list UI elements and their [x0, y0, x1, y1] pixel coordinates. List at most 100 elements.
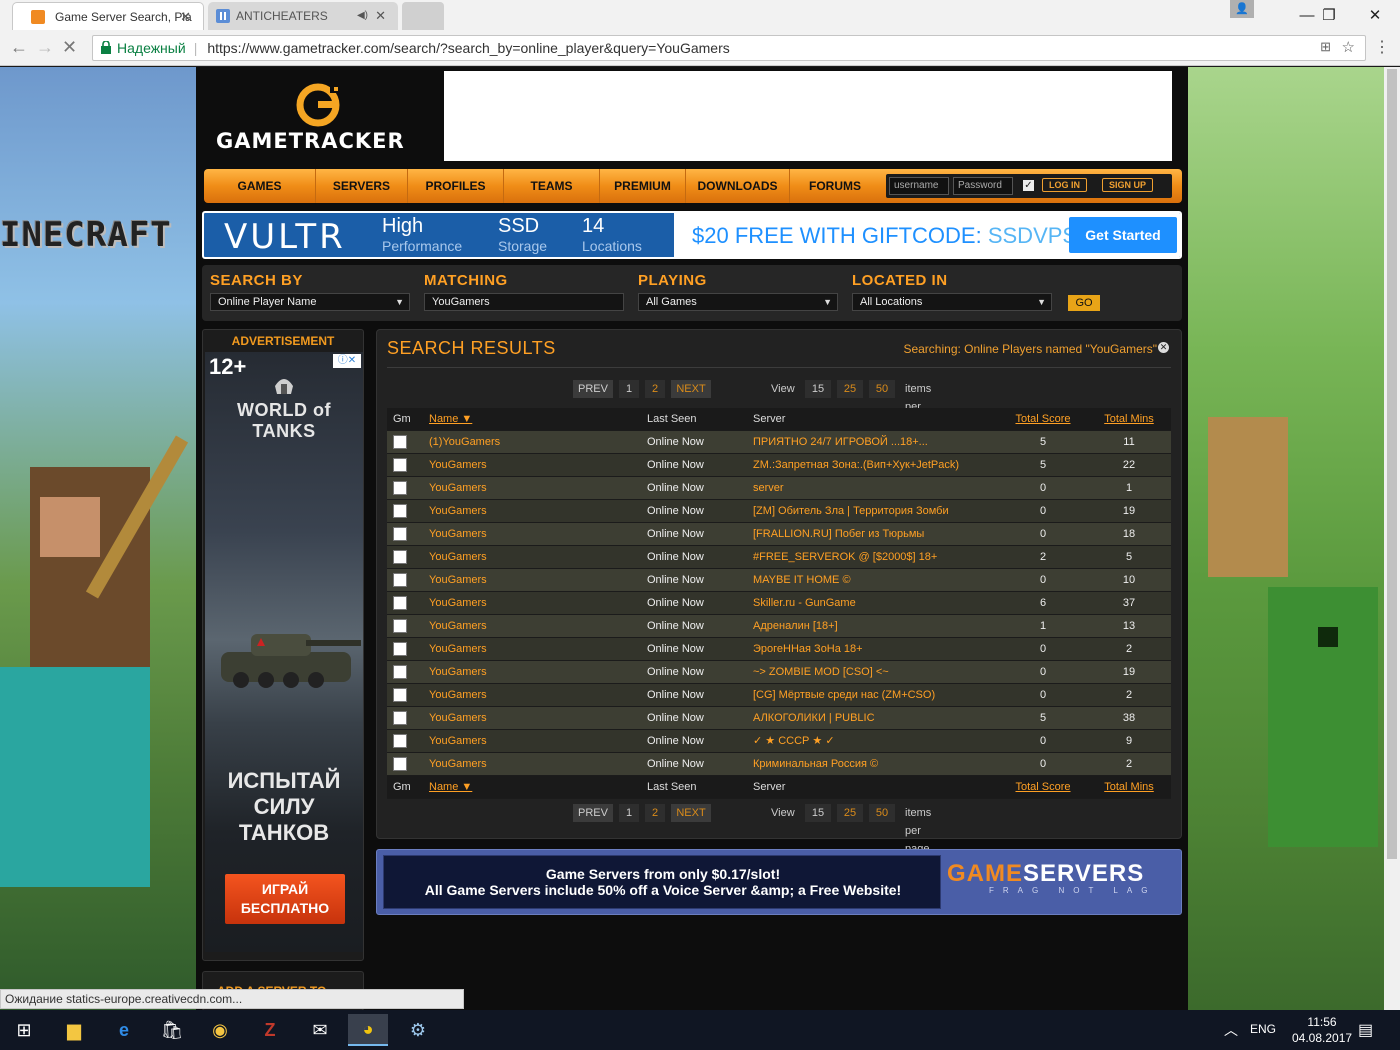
page-scrollbar[interactable] — [1384, 67, 1400, 1010]
page-2-button[interactable]: 2 — [645, 380, 665, 398]
player-name-link[interactable]: YouGamers — [429, 707, 639, 729]
nav-servers[interactable]: SERVERS — [316, 169, 408, 203]
gameservers-banner-ad[interactable]: Game Servers from only $0.17/slot! All G… — [376, 849, 1182, 915]
player-name-link[interactable]: YouGamers — [429, 546, 639, 568]
translate-icon[interactable]: ⊞ — [1320, 39, 1331, 55]
chrome-icon[interactable]: ◕ — [348, 1014, 388, 1046]
player-name-link[interactable]: YouGamers — [429, 638, 639, 660]
located-in-select[interactable]: All Locations ▼ — [852, 293, 1052, 311]
nav-teams[interactable]: TEAMS — [504, 169, 600, 203]
forward-arrow-icon[interactable]: → — [36, 37, 54, 58]
play-free-button[interactable]: ИГРАЙ БЕСПЛАТНО — [225, 874, 345, 924]
server-link[interactable]: АЛКОГОЛИКИ | PUBLIC — [753, 707, 1003, 729]
go-button[interactable]: GO — [1068, 295, 1100, 311]
top-banner-ad[interactable] — [444, 71, 1172, 161]
nav-forums[interactable]: FORUMS — [790, 169, 880, 203]
counter-strike-icon[interactable] — [393, 665, 407, 679]
player-name-link[interactable]: YouGamers — [429, 661, 639, 683]
col-total-score-sort[interactable]: Total Score — [1013, 776, 1073, 798]
col-total-mins-sort[interactable]: Total Mins — [1099, 776, 1159, 798]
restore-icon[interactable]: ❐ — [1306, 0, 1352, 30]
speaker-icon[interactable]: ◀) — [357, 10, 368, 21]
view-50-button[interactable]: 50 — [869, 804, 895, 822]
tab-game-server-search[interactable]: Game Server Search, Pla ✕ — [12, 2, 204, 30]
server-link[interactable]: [CG] Мёртвые среди нас (ZM+CSO) — [753, 684, 1003, 706]
username-field[interactable]: username — [889, 177, 949, 195]
server-link[interactable]: [FRALLION.RU] Побег из Тюрьмы — [753, 523, 1003, 545]
mail-icon[interactable]: ✉ — [300, 1014, 340, 1046]
page-1-button[interactable]: 1 — [619, 380, 639, 398]
counter-strike-icon[interactable] — [393, 458, 407, 472]
close-tab-icon[interactable]: ✕ — [375, 8, 386, 24]
view-25-button[interactable]: 25 — [837, 380, 863, 398]
gametracker-logo[interactable]: GAMETRACKER — [210, 83, 436, 159]
server-link[interactable]: ✓ ★ СССР ★ ✓ — [753, 730, 1003, 752]
app-icon[interactable]: ◉ — [200, 1014, 240, 1046]
view-15-button[interactable]: 15 — [805, 380, 831, 398]
tab-anticheaters[interactable]: ANTICHEATERS ◀) ✕ — [208, 2, 398, 30]
show-hidden-icons-icon[interactable]: ︿ — [1224, 1020, 1238, 1040]
nav-profiles[interactable]: PROFILES — [408, 169, 504, 203]
col-total-mins-sort[interactable]: Total Mins — [1099, 408, 1159, 430]
server-link[interactable]: Криминальная Россия © — [753, 753, 1003, 775]
counter-strike-icon[interactable] — [393, 711, 407, 725]
next-button[interactable]: NEXT — [671, 380, 711, 398]
windows-start-icon[interactable]: ⊞ — [4, 1014, 44, 1046]
counter-strike-icon[interactable] — [393, 619, 407, 633]
page-1-button[interactable]: 1 — [619, 804, 639, 822]
player-name-link[interactable]: (1)YouGamers — [429, 431, 639, 453]
nav-games[interactable]: GAMES — [204, 169, 316, 203]
close-window-icon[interactable]: ✕ — [1352, 0, 1398, 30]
counter-strike-icon[interactable] — [393, 550, 407, 564]
server-link[interactable]: [ZM] Обитель Зла | Территория Зомби — [753, 500, 1003, 522]
url-omnibox[interactable]: Надежный | https://www.gametracker.com/s… — [92, 35, 1366, 61]
view-50-button[interactable]: 50 — [869, 380, 895, 398]
file-explorer-icon[interactable]: ▆ — [54, 1014, 94, 1046]
clear-search-icon[interactable]: ✕ — [1158, 342, 1169, 353]
counter-strike-icon[interactable] — [393, 504, 407, 518]
view-25-button[interactable]: 25 — [837, 804, 863, 822]
steam-icon[interactable]: ⚙ — [398, 1014, 438, 1046]
server-link[interactable]: ПРИЯТНО 24/7 ИГРОВОЙ ...18+... — [753, 431, 1003, 453]
password-field[interactable]: Password — [953, 177, 1013, 195]
close-tab-icon[interactable]: ✕ — [180, 9, 191, 25]
server-link[interactable]: MAYBE IT HOME © — [753, 569, 1003, 591]
server-link[interactable]: ЭрогеННая ЗоНа 18+ — [753, 638, 1003, 660]
player-name-link[interactable]: YouGamers — [429, 569, 639, 591]
player-name-link[interactable]: YouGamers — [429, 684, 639, 706]
remember-me-checkbox[interactable]: ✓ — [1023, 180, 1034, 191]
player-name-link[interactable]: YouGamers — [429, 477, 639, 499]
clock[interactable]: 11:56 04.08.2017 — [1292, 1014, 1352, 1046]
signup-button[interactable]: SIGN UP — [1102, 178, 1154, 192]
scrollbar-thumb[interactable] — [1387, 69, 1397, 859]
server-link[interactable]: Адреналин [18+] — [753, 615, 1003, 637]
server-link[interactable]: ~> ZOMBIE MOD [CSO] <~ — [753, 661, 1003, 683]
get-started-button[interactable]: Get Started — [1069, 217, 1177, 253]
filezilla-icon[interactable]: Z — [250, 1014, 290, 1046]
server-link[interactable]: Skiller.ru - GunGame — [753, 592, 1003, 614]
col-name-sort[interactable]: Name ▼ — [429, 776, 639, 798]
player-name-link[interactable]: YouGamers — [429, 454, 639, 476]
player-name-link[interactable]: YouGamers — [429, 592, 639, 614]
view-15-button[interactable]: 15 — [805, 804, 831, 822]
server-link[interactable]: server — [753, 477, 1003, 499]
stop-loading-icon[interactable]: ✕ — [62, 37, 77, 58]
prev-button[interactable]: PREV — [573, 380, 613, 398]
player-name-link[interactable]: YouGamers — [429, 523, 639, 545]
adchoices-icon[interactable]: ⓘ✕ — [333, 354, 361, 368]
col-name-sort[interactable]: Name ▼ — [429, 408, 639, 430]
counter-strike-icon[interactable] — [393, 435, 407, 449]
notifications-icon[interactable]: ▤ — [1358, 1020, 1373, 1040]
nav-premium[interactable]: PREMIUM — [600, 169, 686, 203]
counter-strike-icon[interactable] — [393, 481, 407, 495]
vultr-banner-ad[interactable]: VULTR High Performance SSD Storage 14 Locat… — [202, 211, 1182, 259]
counter-strike-icon[interactable] — [393, 642, 407, 656]
next-button[interactable]: NEXT — [671, 804, 711, 822]
search-by-select[interactable]: Online Player Name ▼ — [210, 293, 410, 311]
matching-input[interactable]: YouGamers — [424, 293, 624, 311]
counter-strike-icon[interactable] — [393, 596, 407, 610]
player-name-link[interactable]: YouGamers — [429, 615, 639, 637]
player-name-link[interactable]: YouGamers — [429, 753, 639, 775]
page-2-button[interactable]: 2 — [645, 804, 665, 822]
player-name-link[interactable]: YouGamers — [429, 500, 639, 522]
